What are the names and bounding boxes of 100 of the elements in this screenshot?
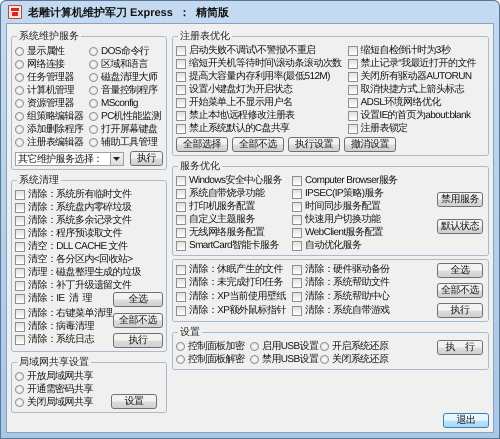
checkbox[interactable] xyxy=(15,190,25,200)
option-label: 自动优化服务 xyxy=(305,240,362,252)
action-button[interactable]: 全部不选 xyxy=(437,283,483,298)
radio-button[interactable] xyxy=(320,355,329,364)
checkbox[interactable] xyxy=(15,294,25,304)
radio-button[interactable] xyxy=(89,73,98,82)
checkbox[interactable] xyxy=(15,202,25,212)
option-label: 清理：磁盘整理生成的垃圾 xyxy=(28,266,141,278)
checkbox[interactable] xyxy=(292,176,302,186)
checkbox[interactable] xyxy=(176,58,186,68)
execute-button[interactable]: 执 行 xyxy=(437,340,483,355)
radio-button[interactable] xyxy=(89,47,98,56)
checkbox[interactable] xyxy=(176,228,186,238)
checkbox[interactable] xyxy=(176,306,186,316)
checkbox[interactable] xyxy=(176,278,186,288)
radio-button[interactable] xyxy=(15,112,24,121)
checkbox[interactable] xyxy=(348,46,358,56)
radio-button[interactable] xyxy=(89,112,98,121)
service-dropdown[interactable]: 其它维护服务选择： xyxy=(15,152,124,166)
action-button[interactable]: 全选 xyxy=(113,292,163,307)
checkbox[interactable] xyxy=(176,98,186,108)
radio-button[interactable] xyxy=(89,99,98,108)
radio-button[interactable] xyxy=(89,60,98,69)
checkbox[interactable] xyxy=(176,72,186,82)
action-button[interactable]: 全选 xyxy=(437,263,483,278)
checkbox[interactable] xyxy=(15,322,25,332)
checkbox[interactable] xyxy=(15,216,25,226)
radio-button[interactable] xyxy=(15,125,24,134)
checkbox[interactable] xyxy=(15,254,25,264)
checkbox[interactable] xyxy=(292,264,302,274)
action-button[interactable]: 禁用服务 xyxy=(437,192,483,207)
checkbox[interactable] xyxy=(292,278,302,288)
app-logo-icon xyxy=(8,5,22,19)
action-button[interactable]: 全部不选 xyxy=(113,312,163,328)
action-button[interactable]: 默认状态 xyxy=(437,219,483,234)
radio-button[interactable] xyxy=(15,99,24,108)
option-label: 清除：系统所有临时文件 xyxy=(28,188,132,200)
radio-button[interactable] xyxy=(250,355,259,364)
action-button[interactable]: 执行设置 xyxy=(288,137,340,152)
radio-button[interactable] xyxy=(15,372,24,381)
action-button[interactable]: 执行 xyxy=(437,303,483,318)
action-button[interactable]: 全部选择 xyxy=(176,137,228,152)
checkbox[interactable] xyxy=(292,292,302,302)
checkbox[interactable] xyxy=(292,202,302,212)
radio-button[interactable] xyxy=(15,47,24,56)
radio-button[interactable] xyxy=(176,355,185,364)
checkbox[interactable] xyxy=(176,214,186,224)
checkbox[interactable] xyxy=(176,292,186,302)
checkbox[interactable] xyxy=(15,242,25,252)
checkbox[interactable] xyxy=(176,264,186,274)
checkbox[interactable] xyxy=(292,228,302,238)
option-label: 清除：系统多余记录文件 xyxy=(28,214,132,226)
checkbox[interactable] xyxy=(292,214,302,224)
option-label: 关闭所有驱动器AUTORUN xyxy=(360,70,472,82)
checkbox[interactable] xyxy=(15,268,25,278)
radio-button[interactable] xyxy=(320,342,329,351)
checkbox[interactable] xyxy=(176,110,186,120)
option-label: 清除：XP额外鼠标指针 xyxy=(189,304,286,317)
checkbox[interactable] xyxy=(176,240,186,250)
radio-button[interactable] xyxy=(89,86,98,95)
settings-button[interactable]: 设置 xyxy=(111,394,157,409)
checkbox[interactable] xyxy=(15,280,25,290)
checkbox[interactable] xyxy=(348,110,358,120)
radio-button[interactable] xyxy=(250,342,259,351)
action-button[interactable]: 全部不选 xyxy=(232,137,284,152)
checkbox[interactable] xyxy=(176,188,186,198)
window-title: 老雕计算机维护军刀 Express ： 精简版 xyxy=(28,6,230,20)
checkbox[interactable] xyxy=(348,58,358,68)
option-label: 组策略编辑器 xyxy=(27,110,84,122)
action-button[interactable]: 执行 xyxy=(113,333,163,348)
radio-button[interactable] xyxy=(15,138,24,147)
option-label: 辅助工具管理 xyxy=(101,136,158,148)
checkbox[interactable] xyxy=(348,98,358,108)
checkbox[interactable] xyxy=(292,306,302,316)
radio-button[interactable] xyxy=(176,342,185,351)
checkbox[interactable] xyxy=(176,176,186,186)
checkbox[interactable] xyxy=(176,84,186,94)
radio-button[interactable] xyxy=(15,60,24,69)
option-label: 音量控制程序 xyxy=(101,84,158,96)
checkbox[interactable] xyxy=(15,334,25,344)
action-button[interactable]: 撤消设置 xyxy=(344,137,396,152)
checkbox[interactable] xyxy=(292,188,302,198)
execute-button[interactable]: 执行 xyxy=(130,151,163,166)
radio-button[interactable] xyxy=(89,125,98,134)
radio-button[interactable] xyxy=(15,398,24,407)
checkbox[interactable] xyxy=(15,308,25,318)
radio-button[interactable] xyxy=(89,138,98,147)
checkbox[interactable] xyxy=(348,72,358,82)
exit-button[interactable]: 退出 xyxy=(443,413,489,428)
checkbox[interactable] xyxy=(348,124,358,134)
radio-button[interactable] xyxy=(15,86,24,95)
checkbox[interactable] xyxy=(176,124,186,134)
radio-button[interactable] xyxy=(15,73,24,82)
checkbox[interactable] xyxy=(176,46,186,56)
checkbox[interactable] xyxy=(15,228,25,238)
radio-button[interactable] xyxy=(15,385,24,394)
checkbox[interactable] xyxy=(292,240,302,250)
checkbox[interactable] xyxy=(176,202,186,212)
checkbox[interactable] xyxy=(348,84,358,94)
group-title: 设置 xyxy=(179,326,201,339)
